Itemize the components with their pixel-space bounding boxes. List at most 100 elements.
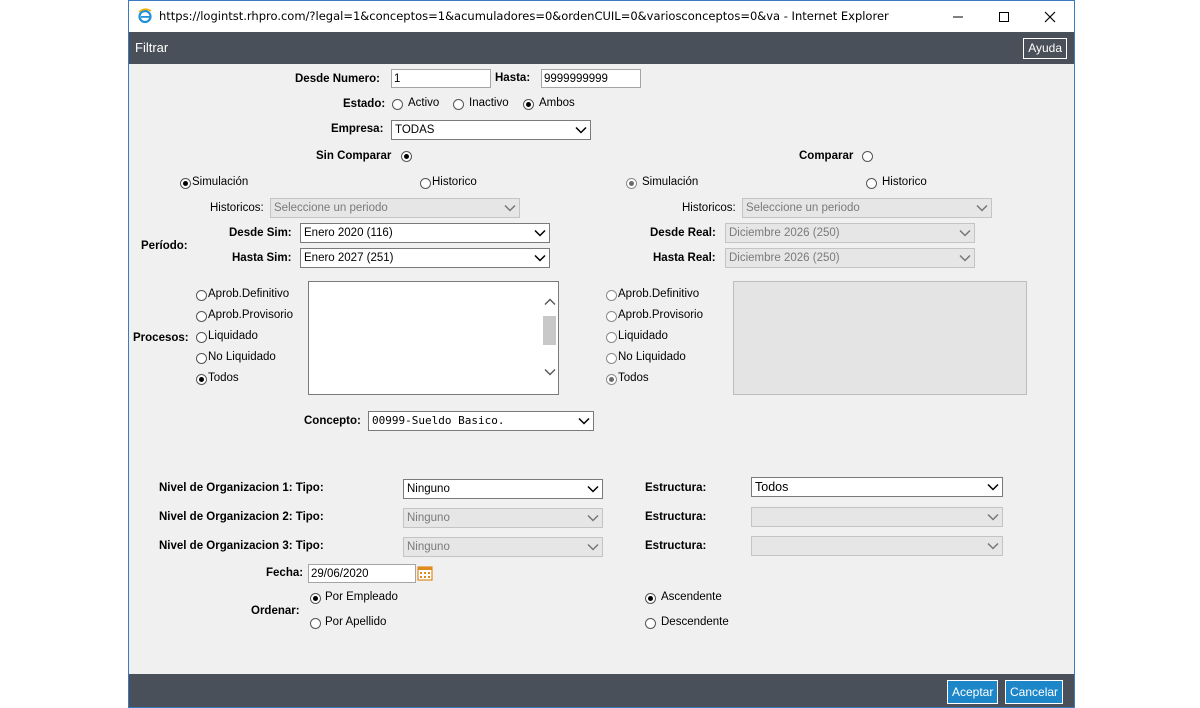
calendar-icon[interactable]	[417, 565, 433, 581]
org-level-1-label: Nivel de Organizacion 1: Tipo:	[159, 482, 324, 494]
listbox-scrollbar[interactable]	[541, 282, 558, 394]
right-proc-liquidado-radio[interactable]	[606, 332, 617, 343]
filter-form: Desde Numero: 1 Hasta: 9999999999 Estado…	[129, 64, 1074, 674]
close-window-button[interactable]	[1027, 1, 1073, 32]
right-proc-noliquidado-radio[interactable]	[606, 353, 617, 364]
left-proc-todos-label: Todos	[208, 372, 239, 384]
right-proc-noliquidado-label: No Liquidado	[618, 351, 686, 363]
left-proc-noliquidado-radio[interactable]	[196, 353, 207, 364]
fecha-label: Fecha:	[266, 567, 304, 579]
help-button[interactable]: Ayuda	[1023, 38, 1067, 59]
window-title: https://logintst.rhpro.com/?legal=1&conc…	[159, 9, 889, 23]
org-level-1-estructura-value: Todos	[755, 480, 789, 494]
desde-numero-input[interactable]: 1	[391, 69, 491, 88]
concepto-select[interactable]: 00999-Sueldo Basico.	[368, 411, 594, 431]
empresa-label: Empresa:	[331, 123, 384, 135]
chevron-down-icon	[534, 229, 546, 237]
estado-ambos-radio[interactable]	[523, 99, 534, 110]
chevron-down-icon	[575, 126, 587, 134]
estado-inactivo-radio[interactable]	[453, 99, 464, 110]
org-level-2-estructura-select[interactable]	[751, 507, 1003, 527]
right-proc-todos-radio[interactable]	[606, 374, 617, 385]
hasta-sim-select[interactable]: Enero 2027 (251)	[300, 248, 550, 268]
org-level-2-estructura-label: Estructura:	[645, 511, 707, 523]
hasta-real-label: Hasta Real:	[653, 252, 716, 264]
fecha-input[interactable]: 29/06/2020	[308, 564, 416, 583]
sin-comparar-radio[interactable]	[401, 151, 412, 162]
org-level-3-label: Nivel de Organizacion 3: Tipo:	[159, 540, 324, 552]
window-titlebar: https://logintst.rhpro.com/?legal=1&conc…	[129, 1, 1074, 32]
ascendente-radio[interactable]	[645, 593, 656, 604]
hasta-input[interactable]: 9999999999	[541, 69, 641, 88]
scroll-down-icon[interactable]	[544, 366, 556, 378]
left-historico-radio[interactable]	[420, 178, 431, 189]
desde-real-label: Desde Real:	[650, 227, 716, 239]
hasta-real-value: Diciembre 2026 (250)	[729, 252, 840, 264]
right-proc-provisorio-label: Aprob.Provisorio	[618, 309, 704, 321]
desde-sim-value: Enero 2020 (116)	[304, 227, 393, 239]
left-historicos-value: Seleccione un periodo	[274, 202, 388, 214]
left-proc-liquidado-label: Liquidado	[208, 330, 258, 342]
right-simulacion-label: Simulación	[642, 176, 699, 188]
maximize-icon	[999, 11, 1009, 22]
desde-real-value: Diciembre 2026 (250)	[729, 227, 840, 239]
org-level-1-estructura-select[interactable]: Todos	[751, 477, 1003, 497]
empresa-select[interactable]: TODAS	[391, 120, 591, 140]
ordenar-apellido-radio[interactable]	[310, 618, 321, 629]
left-historicos-select[interactable]: Seleccione un periodo	[270, 198, 520, 218]
estado-label: Estado:	[343, 98, 386, 110]
cancel-button[interactable]: Cancelar	[1005, 680, 1064, 704]
left-procesos-listbox[interactable]	[308, 281, 559, 395]
right-proc-definitivo-label: Aprob.Definitivo	[618, 288, 700, 300]
right-simulacion-radio[interactable]	[626, 178, 637, 189]
minimize-button[interactable]	[935, 1, 981, 32]
right-procesos-listbox[interactable]	[733, 281, 1027, 395]
empresa-value: TODAS	[395, 124, 435, 136]
hasta-sim-label: Hasta Sim:	[232, 252, 292, 264]
ordenar-empleado-radio[interactable]	[310, 593, 321, 604]
right-historicos-select[interactable]: Seleccione un periodo	[742, 198, 992, 218]
descendente-radio[interactable]	[645, 618, 656, 629]
right-historico-radio[interactable]	[866, 178, 877, 189]
chevron-down-icon	[976, 204, 988, 212]
org-level-3-estructura-select[interactable]	[751, 536, 1003, 556]
dialog-footer: Aceptar Cancelar	[129, 674, 1074, 707]
right-proc-provisorio-radio[interactable]	[606, 311, 617, 322]
right-proc-definitivo-radio[interactable]	[606, 290, 617, 301]
chevron-down-icon	[959, 229, 971, 237]
concepto-label: Concepto:	[304, 415, 361, 427]
right-proc-todos-label: Todos	[618, 372, 649, 384]
estado-activo-radio[interactable]	[392, 99, 403, 110]
ascendente-label: Ascendente	[661, 591, 722, 603]
left-simulacion-radio[interactable]	[180, 178, 191, 189]
org-level-1-tipo-select[interactable]: Ninguno	[403, 479, 603, 499]
left-historicos-label: Historicos:	[210, 202, 264, 214]
comparar-label: Comparar	[799, 150, 854, 162]
left-proc-liquidado-radio[interactable]	[196, 332, 207, 343]
maximize-button[interactable]	[981, 1, 1027, 32]
desde-real-select[interactable]: Diciembre 2026 (250)	[725, 223, 975, 243]
left-proc-provisorio-radio[interactable]	[196, 311, 207, 322]
left-proc-todos-radio[interactable]	[196, 374, 207, 385]
scroll-up-icon[interactable]	[544, 296, 556, 308]
right-historicos-label: Historicos:	[682, 202, 736, 214]
org-level-2-tipo-select[interactable]: Ninguno	[403, 508, 603, 528]
desde-numero-label: Desde Numero:	[295, 73, 380, 85]
estado-activo-label: Activo	[408, 97, 440, 109]
chevron-down-icon	[987, 483, 999, 491]
scrollbar-thumb[interactable]	[543, 316, 556, 345]
right-proc-liquidado-label: Liquidado	[618, 330, 668, 342]
left-proc-definitivo-radio[interactable]	[196, 290, 207, 301]
hasta-sim-value: Enero 2027 (251)	[304, 252, 394, 264]
org-level-3-tipo-select[interactable]: Ninguno	[403, 537, 603, 557]
hasta-label: Hasta:	[495, 72, 531, 84]
chevron-down-icon	[587, 543, 599, 551]
comparar-radio[interactable]	[862, 151, 873, 162]
sin-comparar-label: Sin Comparar	[316, 150, 392, 162]
chevron-down-icon	[534, 254, 546, 262]
descendente-label: Descendente	[661, 616, 729, 628]
hasta-real-select[interactable]: Diciembre 2026 (250)	[725, 248, 975, 268]
accept-button[interactable]: Aceptar	[947, 680, 999, 704]
desde-sim-select[interactable]: Enero 2020 (116)	[300, 223, 550, 243]
estado-inactivo-label: Inactivo	[469, 97, 509, 109]
